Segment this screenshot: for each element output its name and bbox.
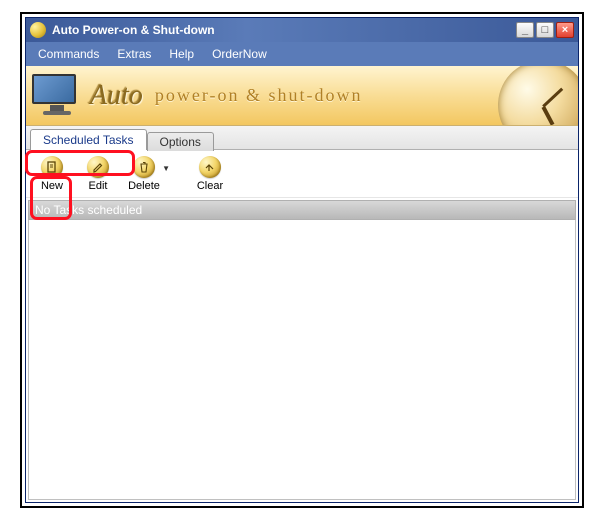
menu-help[interactable]: Help <box>161 44 202 64</box>
task-list-body[interactable] <box>28 220 576 500</box>
delete-label: Delete <box>128 180 160 192</box>
menu-extras[interactable]: Extras <box>109 44 159 64</box>
app-icon <box>30 22 46 38</box>
banner: Auto power-on & shut-down <box>26 66 578 126</box>
monitor-icon <box>32 74 82 118</box>
clear-button[interactable]: Clear <box>192 156 228 192</box>
tab-row: Scheduled Tasks Options <box>26 126 578 150</box>
toolbar: New Edit Delete Clear <box>26 150 578 198</box>
clock-icon <box>492 66 578 126</box>
close-button[interactable]: × <box>556 22 574 38</box>
delete-icon <box>133 156 155 178</box>
task-list: No Tasks scheduled <box>28 200 576 500</box>
clear-icon <box>199 156 221 178</box>
menubar: Commands Extras Help OrderNow <box>26 42 578 66</box>
tab-options[interactable]: Options <box>147 132 214 151</box>
new-button[interactable]: New <box>34 156 70 192</box>
minimize-button[interactable]: _ <box>516 22 534 38</box>
edit-button[interactable]: Edit <box>80 156 116 192</box>
app-window: Auto Power-on & Shut-down _ □ × Commands… <box>25 17 579 503</box>
edit-label: Edit <box>89 180 108 192</box>
titlebar: Auto Power-on & Shut-down _ □ × <box>26 18 578 42</box>
clear-label: Clear <box>197 180 223 192</box>
menu-ordernow[interactable]: OrderNow <box>204 44 275 64</box>
menu-commands[interactable]: Commands <box>30 44 107 64</box>
edit-icon <box>87 156 109 178</box>
tab-scheduled-tasks[interactable]: Scheduled Tasks <box>30 129 147 150</box>
new-label: New <box>41 180 63 192</box>
banner-tagline: power-on & shut-down <box>155 85 363 106</box>
window-title: Auto Power-on & Shut-down <box>52 23 514 37</box>
task-list-empty-message: No Tasks scheduled <box>28 200 576 220</box>
maximize-button[interactable]: □ <box>536 22 554 38</box>
new-icon <box>41 156 63 178</box>
banner-brand: Auto <box>90 80 143 112</box>
delete-button[interactable]: Delete <box>126 156 162 192</box>
